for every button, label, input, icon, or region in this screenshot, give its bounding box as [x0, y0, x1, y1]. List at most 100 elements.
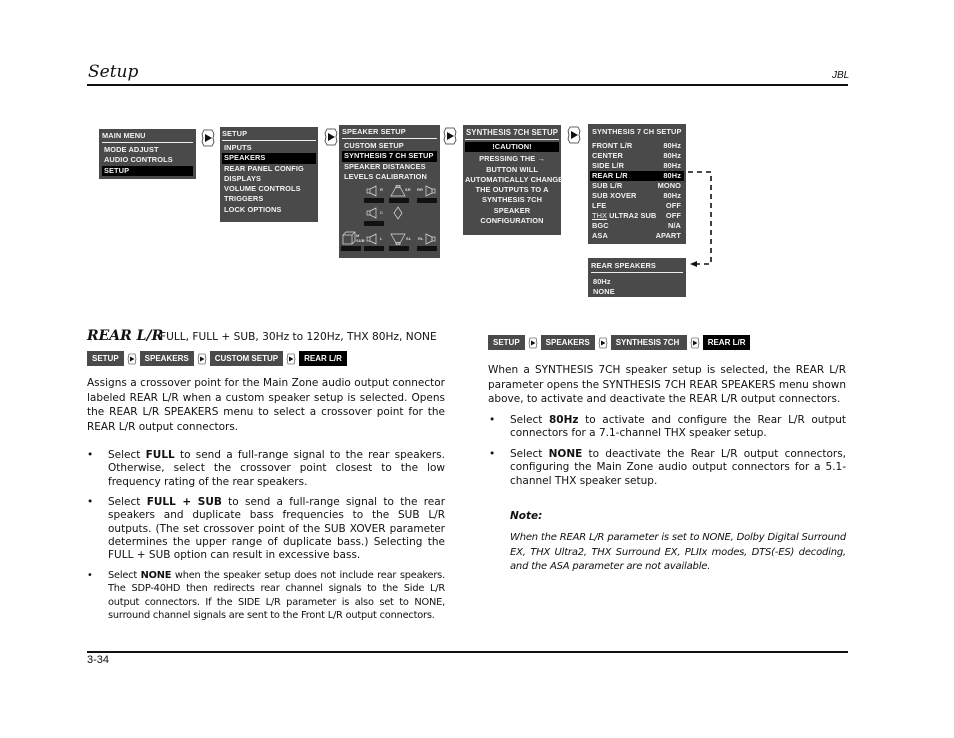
speaker-value — [341, 246, 361, 251]
main-menu-item[interactable]: MODE ADJUST — [102, 145, 193, 155]
speaker-front-right-icon — [366, 185, 377, 197]
setting-row-bgc[interactable]: BGC N/A — [590, 221, 684, 231]
thx-logo-icon: THX — [592, 211, 608, 221]
bullet-keyword: 80Hz — [549, 414, 579, 426]
parameter-options: FULL, FULL + SUB, 30Hz to 120Hz, THX 80H… — [160, 331, 437, 343]
chevron-right-icon — [690, 337, 699, 348]
setting-row-side[interactable]: SIDE L/R 80Hz — [590, 161, 684, 171]
setting-row-asa[interactable]: ASA APART — [590, 231, 684, 241]
breadcrumb-item: SPEAKERS — [540, 335, 595, 350]
bullet-full-sub: • Select FULL + SUB to send a full-range… — [87, 496, 445, 562]
speaker-value — [389, 246, 409, 251]
chevron-right-icon — [528, 337, 537, 348]
setting-value: OFF — [665, 211, 681, 221]
next-arrow-icon — [443, 127, 457, 145]
bullet-full: • Select FULL to send a full-range signa… — [87, 449, 445, 489]
setup-menu-item[interactable]: VOLUME CONTROLS — [222, 184, 316, 194]
setup-menu-item-selected[interactable]: SPEAKERS — [222, 153, 316, 164]
caution-line: SYNTHESIS 7CH — [481, 195, 543, 205]
main-menu-item[interactable]: AUDIO CONTROLS — [102, 155, 193, 165]
caution-line: AUTOMATICALLY CHANGE — [465, 174, 564, 184]
bullet-dot: • — [87, 449, 94, 461]
speaker-setup-panel: SPEAKER SETUP CUSTOM SETUP SYNTHESIS 7 C… — [339, 125, 440, 258]
chevron-right-icon — [127, 353, 136, 364]
bullet-dot: • — [87, 570, 93, 581]
setting-row-front[interactable]: FRONT L/R 80Hz — [590, 141, 684, 151]
chevron-right-icon — [286, 353, 296, 364]
setting-row-lfe[interactable]: LFE OFF — [590, 201, 684, 211]
speaker-value — [364, 246, 384, 251]
bullet-dot: • — [489, 448, 496, 460]
setting-value: 80Hz — [663, 191, 681, 201]
next-arrow-icon — [324, 128, 338, 146]
bullet-keyword: NONE — [140, 570, 172, 581]
speaker-label-sl: SL — [406, 236, 412, 241]
setting-label: SUB L/R — [592, 181, 623, 191]
setting-row-sub-xover[interactable]: SUB XOVER 80Hz — [590, 191, 684, 201]
speaker-setup-item[interactable]: LEVELS CALIBRATION — [342, 172, 437, 182]
setting-value: APART — [655, 231, 681, 241]
breadcrumb-synthesis: SETUP SPEAKERS SYNTHESIS 7CH REAR L/R — [488, 335, 751, 350]
speaker-value — [389, 198, 409, 203]
setup-menu-item[interactable]: DISPLAYS — [222, 174, 316, 184]
setting-label: THX ULTRA2 SUB — [592, 211, 656, 221]
speaker-value — [364, 221, 384, 226]
bullet-keyword: FULL + SUB — [146, 496, 222, 508]
breadcrumb-item-current: REAR L/R — [702, 335, 751, 350]
bullet-text: Select — [108, 449, 146, 461]
setting-value: 80Hz — [663, 141, 681, 151]
caution-label: !CAUTION! — [465, 142, 559, 153]
caution-line: PRESSING THE → — [479, 154, 545, 164]
setting-label: BGC — [592, 221, 609, 231]
caution-line: SPEAKER — [493, 205, 531, 215]
setting-row-rear-selected[interactable]: REAR L/R 80Hz — [590, 171, 684, 182]
breadcrumb-item: SPEAKERS — [139, 351, 194, 366]
caution-line: CONFIGURATION — [480, 216, 544, 226]
speaker-label-l: L — [380, 236, 383, 241]
setting-value: MONO — [657, 181, 681, 191]
setting-label: REAR L/R — [592, 171, 628, 181]
page-section-title: Setup — [88, 62, 139, 82]
caution-line: THE OUTPUTS TO A — [475, 185, 549, 195]
speaker-value — [417, 198, 437, 203]
setting-row-center[interactable]: CENTER 80Hz — [590, 151, 684, 161]
setting-label: LFE — [592, 201, 607, 211]
synthesis-caution-panel: SYNTHESIS 7CH SETUP !CAUTION! PRESSING T… — [463, 125, 564, 235]
left-intro-paragraph: Assigns a crossover point for the Main Z… — [87, 377, 445, 433]
setup-menu-panel: SETUP INPUTS SPEAKERS REAR PANEL CONFIG … — [220, 127, 318, 222]
breadcrumb-item: CUSTOM SETUP — [209, 351, 284, 366]
subwoofer-icon — [342, 231, 356, 245]
main-menu-title: MAIN MENU — [102, 131, 193, 143]
setup-menu-item[interactable]: LOCK OPTIONS — [222, 205, 316, 215]
note-body: When the REAR L/R parameter is set to NO… — [510, 532, 846, 572]
rear-speakers-panel: REAR SPEAKERS 80Hz NONE — [588, 258, 686, 297]
setup-menu-item[interactable]: INPUTS — [222, 143, 316, 153]
brand-label: JBL — [832, 70, 850, 81]
rear-speakers-option[interactable]: 80Hz — [591, 277, 683, 287]
chevron-right-icon — [197, 353, 206, 364]
setting-value: 80Hz — [663, 171, 681, 181]
setup-menu-title: SETUP — [222, 129, 316, 141]
note-heading: Note: — [510, 510, 543, 522]
speaker-value — [417, 246, 437, 251]
main-menu-item-selected[interactable]: SETUP — [102, 165, 193, 176]
listener-position-icon — [393, 206, 403, 220]
next-arrow-icon — [201, 129, 215, 147]
speaker-rear-left-icon — [425, 233, 436, 245]
right-intro-paragraph: When a SYNTHESIS 7CH speaker setup is se… — [488, 364, 846, 405]
speaker-setup-item[interactable]: SPEAKER DISTANCES — [342, 162, 437, 172]
setting-value: 80Hz — [663, 161, 681, 171]
setup-menu-item[interactable]: REAR PANEL CONFIG — [222, 164, 316, 174]
speaker-value — [364, 198, 384, 203]
speaker-setup-item-selected[interactable]: SYNTHESIS 7 CH SETUP — [342, 151, 437, 162]
chevron-right-icon — [598, 337, 607, 348]
setting-row-ultra2-sub[interactable]: THX ULTRA2 SUB OFF — [590, 211, 684, 221]
speaker-label-r: R — [380, 187, 383, 192]
caution-line: BUTTON WILL — [486, 164, 538, 174]
setting-row-sub[interactable]: SUB L/R MONO — [590, 181, 684, 191]
setup-menu-item[interactable]: TRIGGERS — [222, 194, 316, 204]
bullet-keyword: FULL — [145, 449, 175, 461]
rear-speakers-option[interactable]: NONE — [591, 287, 683, 297]
speaker-label-sub: M SUB — [356, 233, 365, 243]
speaker-setup-item[interactable]: CUSTOM SETUP — [342, 141, 437, 151]
